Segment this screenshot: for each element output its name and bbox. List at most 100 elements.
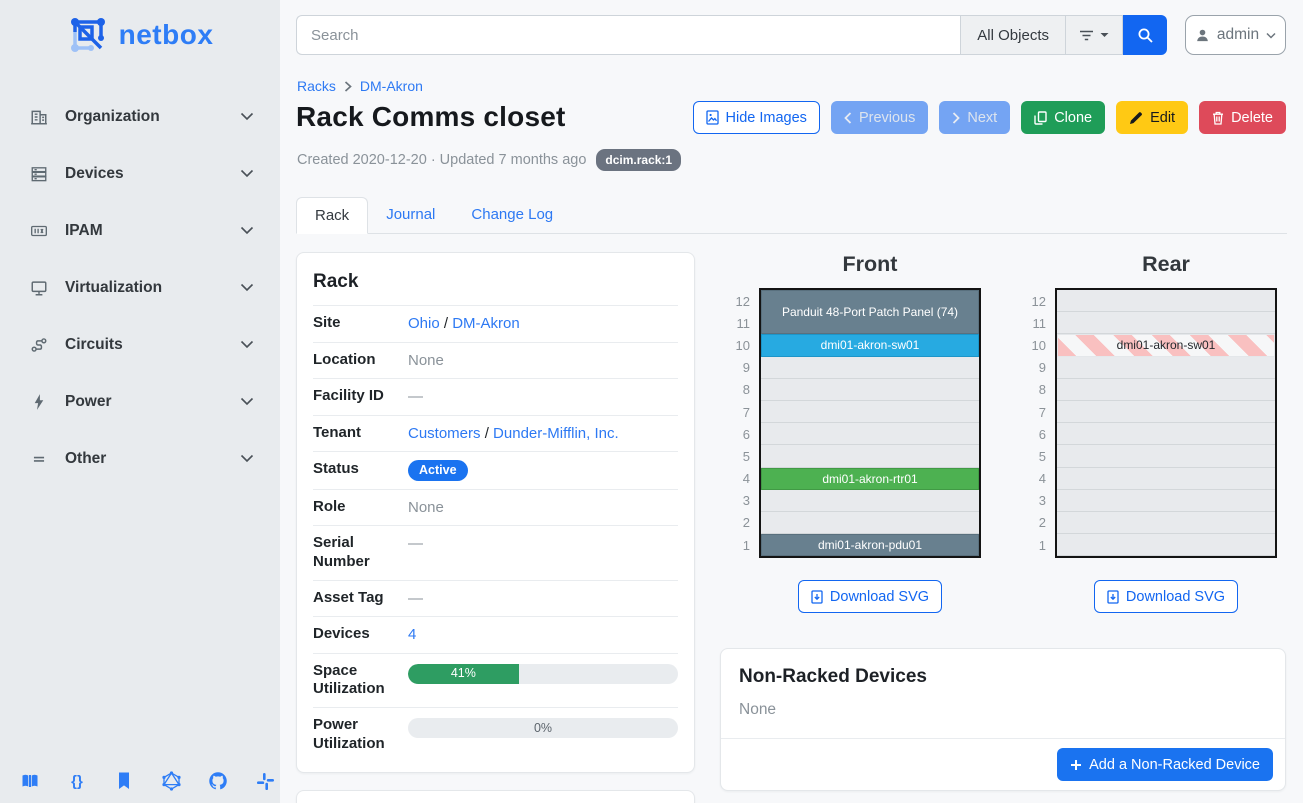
space-utilization-fill: 41% — [408, 664, 519, 684]
rack-slot[interactable] — [761, 490, 979, 512]
rear-download-svg-button[interactable]: Download SVG — [1094, 580, 1238, 613]
rack-slot[interactable] — [761, 401, 979, 423]
attr-facility-id: Facility ID — — [313, 378, 678, 415]
attr-serial-number: Serial Number — — [313, 525, 678, 580]
attr-asset-tag: Asset Tag — — [313, 580, 678, 617]
user-menu-button[interactable]: admin — [1185, 15, 1286, 55]
device-sw01[interactable]: dmi01-akron-sw01 — [761, 334, 979, 356]
unit-number: 8 — [1015, 379, 1055, 401]
previous-button[interactable]: Previous — [831, 101, 928, 134]
front-download-svg-button[interactable]: Download SVG — [798, 580, 942, 613]
netbox-logo[interactable]: netbox — [0, 0, 280, 66]
sidebar-item-power[interactable]: Power — [0, 373, 280, 430]
site-link[interactable]: DM-Akron — [452, 315, 520, 332]
rear-title: Rear — [1015, 252, 1277, 277]
slack-icon[interactable] — [255, 771, 275, 791]
add-non-racked-device-button[interactable]: Add a Non-Racked Device — [1057, 748, 1273, 781]
clone-button[interactable]: Clone — [1021, 101, 1105, 134]
unit-number: 12 — [719, 290, 759, 312]
breadcrumb-racks[interactable]: Racks — [297, 78, 336, 94]
rack-slot[interactable] — [1057, 357, 1275, 379]
sidebar-item-circuits[interactable]: Circuits — [0, 316, 280, 373]
rear-elevation: Rear 12 11 10 9 8 7 6 5 4 3 2 1 — [1015, 252, 1277, 613]
topbar: All Objects admin — [296, 15, 1286, 55]
rear-unit-numbers: 12 11 10 9 8 7 6 5 4 3 2 1 — [1015, 288, 1055, 558]
edit-button[interactable]: Edit — [1116, 101, 1188, 134]
breadcrumb-site[interactable]: DM-Akron — [360, 78, 423, 94]
tab-rack[interactable]: Rack — [296, 197, 368, 234]
rack-slot[interactable] — [1057, 312, 1275, 334]
rack-slot[interactable] — [1057, 379, 1275, 401]
unit-number: 7 — [1015, 401, 1055, 423]
chevron-right-icon — [952, 112, 960, 124]
attr-role: Role None — [313, 489, 678, 526]
site-group-link[interactable]: Ohio — [408, 315, 440, 332]
object-tabs: Rack Journal Change Log — [296, 197, 1287, 234]
sidebar-item-label: Organization — [65, 108, 160, 126]
unit-number: 10 — [1015, 334, 1055, 356]
rack-slot[interactable] — [761, 445, 979, 467]
sidebar-item-virtualization[interactable]: Virtualization — [0, 259, 280, 316]
separator: / — [440, 315, 453, 332]
chevron-down-icon — [240, 283, 254, 292]
bookmark-icon[interactable] — [114, 771, 134, 791]
tab-journal[interactable]: Journal — [368, 197, 453, 233]
rack-slot[interactable] — [1057, 468, 1275, 490]
non-racked-title: Non-Racked Devices — [721, 649, 1285, 688]
rack-slot[interactable] — [761, 379, 979, 401]
sidebar-item-label: Circuits — [65, 336, 123, 354]
hide-images-button[interactable]: Hide Images — [693, 101, 820, 134]
building-icon — [30, 108, 48, 126]
plus-icon — [1070, 759, 1082, 771]
search-filter-button[interactable] — [1066, 15, 1123, 55]
serial-value: — — [408, 534, 678, 554]
sidebar-item-devices[interactable]: Devices — [0, 145, 280, 202]
sidebar-item-organization[interactable]: Organization — [0, 88, 280, 145]
unit-number: 5 — [1015, 445, 1055, 467]
device-rtr01[interactable]: dmi01-akron-rtr01 — [761, 468, 979, 490]
sidebar-item-label: Power — [65, 393, 112, 411]
devices-count-link[interactable]: 4 — [408, 626, 416, 643]
attr-label: Status — [313, 460, 408, 479]
sidebar-item-ipam[interactable]: IPAM — [0, 202, 280, 259]
unit-number: 4 — [719, 468, 759, 490]
space-utilization-label: 41% — [451, 665, 476, 681]
code-braces-icon[interactable]: {} — [67, 771, 87, 791]
attr-label: Site — [313, 314, 408, 333]
next-button[interactable]: Next — [939, 101, 1010, 134]
github-icon[interactable] — [208, 771, 228, 791]
docs-book-icon[interactable] — [20, 771, 40, 791]
unit-number: 7 — [719, 401, 759, 423]
rack-slot[interactable] — [1057, 290, 1275, 312]
device-patch-panel[interactable]: Panduit 48-Port Patch Panel (74) — [761, 290, 979, 334]
attr-site: Site Ohio / DM-Akron — [313, 305, 678, 342]
rack-slot[interactable] — [1057, 445, 1275, 467]
tenant-group-link[interactable]: Customers — [408, 425, 481, 442]
rack-slot[interactable] — [761, 512, 979, 534]
rear-rack: dmi01-akron-sw01 — [1055, 288, 1277, 558]
next-card-partial — [296, 790, 695, 803]
rack-slot[interactable] — [1057, 512, 1275, 534]
rack-slot[interactable] — [1057, 534, 1275, 556]
delete-button[interactable]: Delete — [1199, 101, 1286, 134]
rack-slot[interactable] — [761, 423, 979, 445]
search-scope-button[interactable]: All Objects — [960, 15, 1066, 55]
device-sw01-rear[interactable]: dmi01-akron-sw01 — [1057, 334, 1275, 356]
attr-space-utilization: Space Utilization 41% — [313, 653, 678, 708]
edit-label: Edit — [1150, 110, 1175, 126]
device-pdu01[interactable]: dmi01-akron-pdu01 — [761, 534, 979, 556]
search-input[interactable] — [296, 15, 960, 55]
rack-slot[interactable] — [1057, 490, 1275, 512]
image-file-icon — [706, 110, 719, 125]
tab-change-log[interactable]: Change Log — [453, 197, 571, 233]
sidebar-item-other[interactable]: Other — [0, 430, 280, 487]
chevron-right-icon — [344, 81, 352, 92]
rack-slot[interactable] — [761, 357, 979, 379]
tenant-link[interactable]: Dunder-Mifflin, Inc. — [493, 425, 619, 442]
graphql-icon[interactable] — [161, 771, 181, 791]
search-submit-button[interactable] — [1123, 15, 1167, 55]
circuit-icon — [30, 336, 48, 354]
rack-slot[interactable] — [1057, 423, 1275, 445]
rack-slot[interactable] — [1057, 401, 1275, 423]
attr-label: Serial Number — [313, 534, 408, 572]
